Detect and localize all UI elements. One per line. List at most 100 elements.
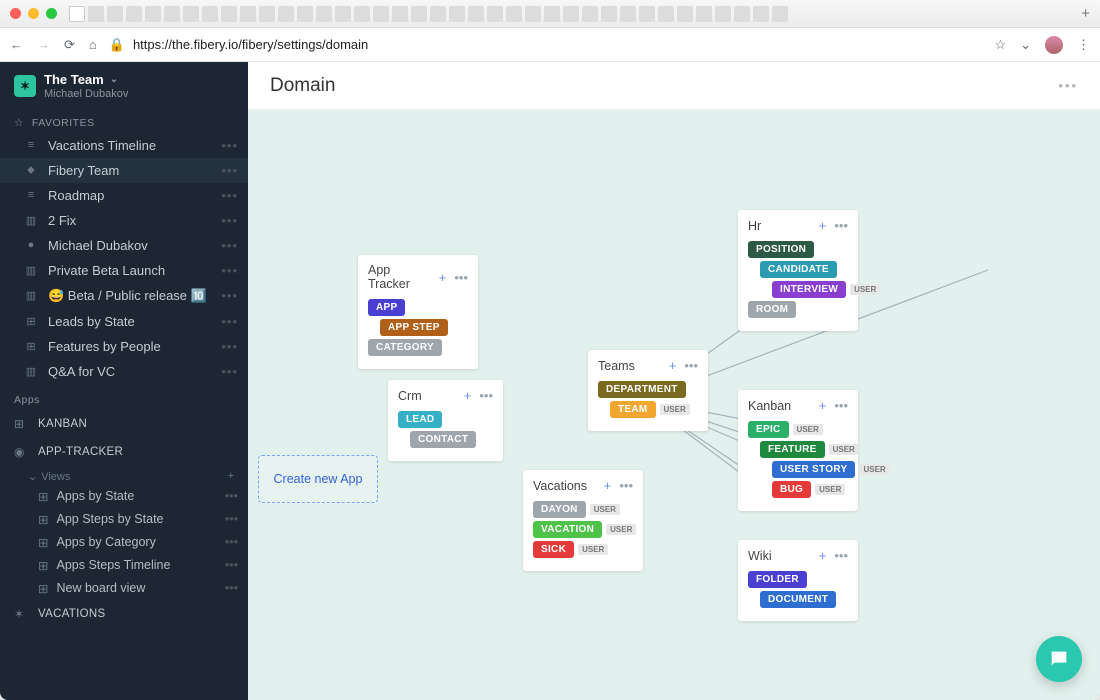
card-menu-button[interactable]: ••• [454,270,468,285]
workspace-switcher[interactable]: ✶ The Team⌄ Michael Dubakov [0,62,248,107]
entity-pill[interactable]: APP STEP [380,319,448,336]
reload-button[interactable]: ⟳ [64,37,75,53]
browser-tab[interactable] [506,6,522,22]
item-menu-icon[interactable]: ••• [225,581,238,595]
add-entity-button[interactable]: + [669,358,677,373]
domain-card-teams[interactable]: Teams+•••DEPARTMENTTEAMUSER [588,350,708,431]
add-entity-button[interactable]: + [819,218,827,233]
sidebar-view-item[interactable]: ⊞New board view••• [0,577,248,600]
card-menu-button[interactable]: ••• [479,388,493,403]
sidebar-view-item[interactable]: ⊞Apps by Category••• [0,531,248,554]
bookmark-icon[interactable]: ☆ [994,37,1006,53]
sidebar-view-item[interactable]: ⊞App Steps by State••• [0,508,248,531]
browser-tab[interactable] [126,6,142,22]
entity-pill[interactable]: CANDIDATE [760,261,837,278]
item-menu-icon[interactable]: ••• [221,364,238,379]
sidebar-favorite-item[interactable]: ▥Q&A for VC••• [0,359,248,384]
browser-tab[interactable] [278,6,294,22]
sidebar-favorite-item[interactable]: ⊞Leads by State••• [0,309,248,334]
create-app-button[interactable]: Create new App [258,455,378,503]
entity-pill[interactable]: VACATION [533,521,602,538]
browser-tab[interactable] [164,6,180,22]
domain-card-vacations[interactable]: Vacations+•••DAYONUSERVACATIONUSERSICKUS… [523,470,643,571]
entity-pill[interactable]: FEATURE [760,441,825,458]
item-menu-icon[interactable]: ••• [221,213,238,228]
entity-pill[interactable]: FOLDER [748,571,807,588]
browser-tab[interactable] [658,6,674,22]
sidebar-app-vacations[interactable]: ✶VACATIONS [0,600,248,628]
entity-pill[interactable]: DOCUMENT [760,591,836,608]
browser-tab[interactable] [525,6,541,22]
browser-tab[interactable] [468,6,484,22]
entity-pill[interactable]: POSITION [748,241,814,258]
browser-tab[interactable] [677,6,693,22]
item-menu-icon[interactable]: ••• [221,238,238,253]
browser-tab[interactable] [297,6,313,22]
browser-tab[interactable] [69,6,85,22]
browser-tab[interactable] [107,6,123,22]
entity-pill[interactable]: EPIC [748,421,789,438]
browser-tab[interactable] [582,6,598,22]
browser-tab[interactable] [221,6,237,22]
item-menu-icon[interactable]: ••• [221,138,238,153]
sidebar-app-kanban[interactable]: ⊞KANBAN [0,410,248,438]
sidebar-view-item[interactable]: ⊞Apps Steps Timeline••• [0,554,248,577]
browser-tab[interactable] [563,6,579,22]
item-menu-icon[interactable]: ••• [221,163,238,178]
card-menu-button[interactable]: ••• [619,478,633,493]
window-controls[interactable] [10,8,57,19]
item-menu-icon[interactable]: ••• [221,288,238,303]
entity-pill[interactable]: USER STORY [772,461,855,478]
browser-tab[interactable] [392,6,408,22]
browser-tab[interactable] [715,6,731,22]
entity-pill[interactable]: ROOM [748,301,796,318]
browser-tab[interactable] [734,6,750,22]
entity-pill[interactable]: DAYON [533,501,586,518]
browser-tab[interactable] [145,6,161,22]
add-view-button[interactable]: + [228,470,234,482]
sidebar-favorite-item[interactable]: ≡Vacations Timeline••• [0,133,248,158]
pocket-icon[interactable]: ⌄ [1020,37,1031,53]
forward-button[interactable]: → [37,37,50,52]
sidebar-view-item[interactable]: ⊞Apps by State••• [0,485,248,508]
add-entity-button[interactable]: + [439,270,447,285]
browser-tab[interactable] [202,6,218,22]
intercom-chat-button[interactable] [1036,636,1082,682]
browser-tab[interactable] [88,6,104,22]
item-menu-icon[interactable]: ••• [221,339,238,354]
domain-card-crm[interactable]: Crm+•••LEADCONTACT [388,380,503,461]
domain-canvas[interactable]: Create new App App Tracker+•••APPAPP STE… [248,110,1100,700]
item-menu-icon[interactable]: ••• [221,314,238,329]
sidebar-favorite-item[interactable]: ⊞Features by People••• [0,334,248,359]
browser-tab[interactable] [639,6,655,22]
browser-tab[interactable] [373,6,389,22]
sidebar-favorite-item[interactable]: ⬥Fibery Team••• [0,158,248,183]
domain-card-kanban[interactable]: Kanban+•••EPICUSERFEATUREUSERUSER STORYU… [738,390,858,511]
entity-pill[interactable]: BUG [772,481,811,498]
domain-card-hr[interactable]: Hr+•••POSITIONCANDIDATEINTERVIEWUSERROOM [738,210,858,331]
browser-tab[interactable] [430,6,446,22]
browser-tab[interactable] [696,6,712,22]
entity-pill[interactable]: INTERVIEW [772,281,846,298]
browser-tab[interactable] [316,6,332,22]
entity-pill[interactable]: TEAM [610,401,656,418]
add-entity-button[interactable]: + [819,548,827,563]
browser-tab[interactable] [449,6,465,22]
card-menu-button[interactable]: ••• [684,358,698,373]
item-menu-icon[interactable]: ••• [225,558,238,572]
card-menu-button[interactable]: ••• [834,218,848,233]
profile-avatar[interactable] [1045,36,1063,54]
add-entity-button[interactable]: + [604,478,612,493]
browser-tab[interactable] [601,6,617,22]
browser-tab[interactable] [544,6,560,22]
domain-card-app_tracker[interactable]: App Tracker+•••APPAPP STEPCATEGORY [358,255,478,369]
browser-tab[interactable] [620,6,636,22]
item-menu-icon[interactable]: ••• [225,489,238,503]
entity-pill[interactable]: DEPARTMENT [598,381,686,398]
item-menu-icon[interactable]: ••• [221,188,238,203]
back-button[interactable]: ← [10,37,23,52]
entity-pill[interactable]: SICK [533,541,574,558]
browser-tab[interactable] [354,6,370,22]
browser-tab[interactable] [259,6,275,22]
browser-tab[interactable] [411,6,427,22]
